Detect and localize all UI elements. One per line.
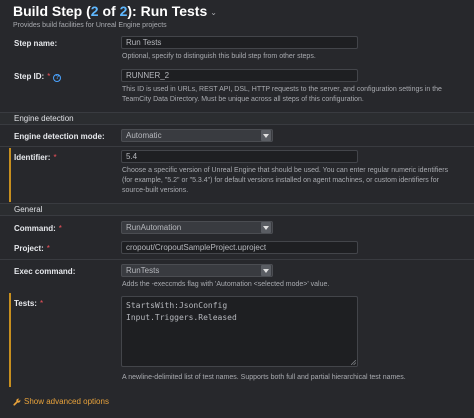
step-current-link[interactable]: 2 bbox=[91, 3, 99, 19]
exec-command-value: RunTests bbox=[126, 266, 160, 275]
tests-line: Input.Triggers.Released bbox=[126, 313, 237, 322]
tests-textarea[interactable]: StartsWith:JsonConfig Input.Triggers.Rel… bbox=[121, 296, 358, 367]
required-marker: * bbox=[47, 72, 51, 81]
resize-grip-icon[interactable] bbox=[351, 360, 356, 365]
page-title: Build Step (2 of 2): Run Tests ⌄ bbox=[13, 3, 217, 19]
tests-label: Tests: * bbox=[14, 299, 43, 308]
warning-bar bbox=[9, 293, 11, 387]
step-name-input[interactable]: Run Tests bbox=[121, 36, 358, 49]
project-label: Project: * bbox=[14, 244, 50, 253]
divider bbox=[0, 259, 474, 260]
engine-mode-label: Engine detection mode: bbox=[14, 132, 105, 141]
identifier-label: Identifier: * bbox=[14, 153, 57, 162]
command-select[interactable]: RunAutomation bbox=[121, 221, 273, 234]
identifier-label-text: Identifier: bbox=[14, 153, 51, 162]
required-marker: * bbox=[53, 153, 57, 162]
required-marker: * bbox=[58, 224, 62, 233]
command-label-text: Command: bbox=[14, 224, 56, 233]
tests-hint: A newline-delimited list of test names. … bbox=[122, 374, 406, 381]
identifier-hint-3: source-built versions. bbox=[122, 187, 189, 194]
exec-command-hint: Adds the -execcmds flag with 'Automation… bbox=[122, 281, 330, 288]
wrench-icon bbox=[13, 398, 21, 406]
required-marker: * bbox=[46, 244, 50, 253]
title-suffix: ): Run Tests bbox=[127, 3, 208, 19]
command-label: Command: * bbox=[14, 224, 62, 233]
chevron-down-icon bbox=[261, 130, 271, 141]
general-section: General bbox=[0, 203, 474, 216]
page-subtitle: Provides build facilities for Unreal Eng… bbox=[13, 22, 167, 29]
command-value: RunAutomation bbox=[126, 223, 182, 232]
tests-line: StartsWith:JsonConfig bbox=[126, 301, 228, 310]
step-id-label-text: Step ID: bbox=[14, 72, 45, 81]
warning-bar bbox=[9, 148, 11, 202]
identifier-input[interactable]: 5.4 bbox=[121, 150, 358, 163]
chevron-down-icon[interactable]: ⌄ bbox=[210, 8, 217, 17]
step-id-label: Step ID: *? bbox=[14, 72, 62, 82]
divider bbox=[0, 146, 474, 147]
identifier-hint-2: (for example, "5.2" or "5.3.4") for defa… bbox=[122, 177, 439, 184]
engine-mode-select[interactable]: Automatic bbox=[121, 129, 273, 142]
required-marker: * bbox=[39, 299, 44, 308]
identifier-hint-1: Choose a specific version of Unreal Engi… bbox=[122, 167, 449, 174]
chevron-down-icon bbox=[261, 265, 271, 276]
engine-detection-section: Engine detection bbox=[0, 112, 474, 125]
exec-command-label: Exec command: bbox=[14, 267, 76, 276]
project-input[interactable]: cropout/CropoutSampleProject.uproject bbox=[121, 241, 358, 254]
engine-mode-value: Automatic bbox=[126, 131, 162, 140]
chevron-down-icon bbox=[261, 222, 271, 233]
show-advanced-options-label: Show advanced options bbox=[24, 397, 109, 406]
show-advanced-options-link[interactable]: Show advanced options bbox=[13, 397, 109, 406]
step-name-hint: Optional, specify to distinguish this bu… bbox=[122, 53, 316, 60]
step-id-hint-1: This ID is used in URLs, REST API, DSL, … bbox=[122, 86, 442, 93]
title-prefix: Build Step ( bbox=[13, 3, 91, 19]
help-circle-icon[interactable]: ? bbox=[53, 74, 62, 82]
step-id-input[interactable]: RUNNER_2 bbox=[121, 69, 358, 82]
tests-label-text: Tests: bbox=[14, 299, 37, 308]
exec-command-select[interactable]: RunTests bbox=[121, 264, 273, 277]
step-id-hint-2: TeamCity Data Directory. Must be unique … bbox=[122, 96, 364, 103]
project-label-text: Project: bbox=[14, 244, 44, 253]
step-name-label: Step name: bbox=[14, 39, 58, 48]
title-of: of bbox=[98, 3, 120, 19]
